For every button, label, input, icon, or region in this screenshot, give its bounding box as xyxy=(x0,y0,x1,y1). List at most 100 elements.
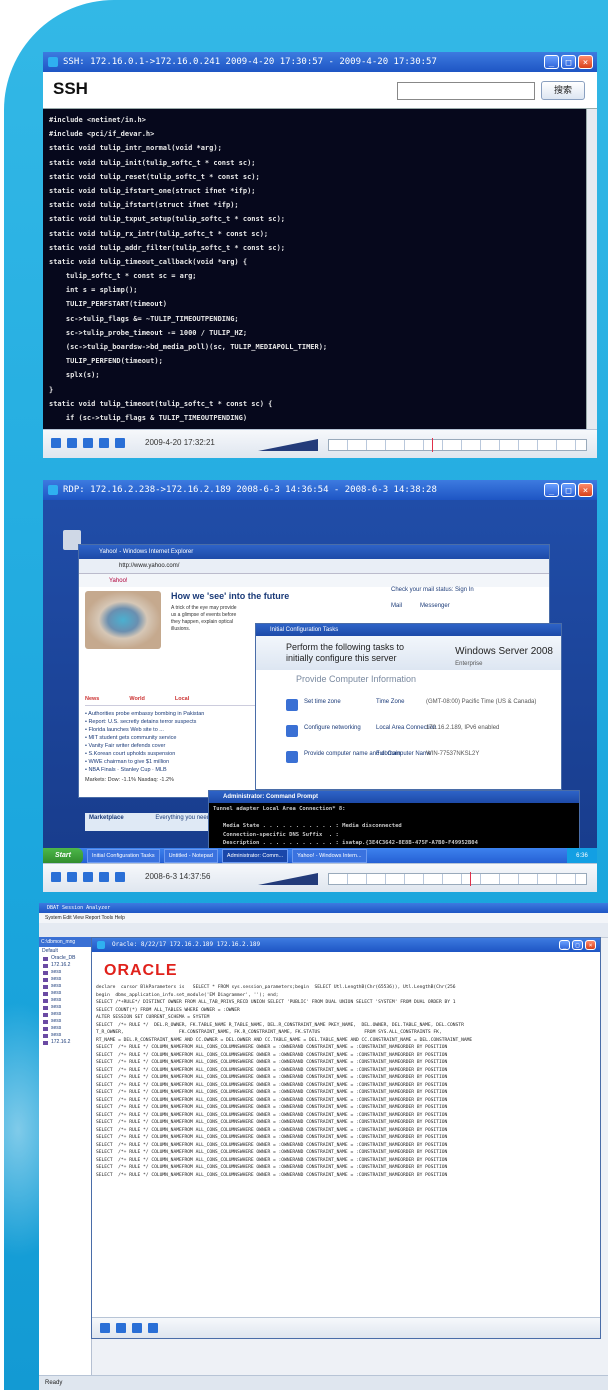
sql-line: RT_NAME = DEL.R_CONSTRAINT_NAME AND CC.O… xyxy=(96,1037,473,1043)
tree-node[interactable]: sess xyxy=(39,1004,91,1011)
play-icon[interactable] xyxy=(100,1323,110,1333)
volume-slider[interactable] xyxy=(258,437,318,451)
step-icon[interactable] xyxy=(148,1323,158,1333)
code-line: int s = splimp(); xyxy=(49,286,138,295)
playback-time: 2008-6-3 14:37:56 xyxy=(145,872,211,881)
clock: 6:36 xyxy=(567,848,597,864)
messenger-link[interactable]: Messenger xyxy=(420,603,450,609)
search-button[interactable]: 搜索 xyxy=(541,81,585,100)
maximize-button[interactable]: □ xyxy=(561,55,576,69)
code-line: if (sc->tulip_flags & TULIP_TIMEOUTPENDI… xyxy=(49,413,248,422)
code-line: #include <pci/if_devar.h> xyxy=(49,130,155,139)
timeline-marker[interactable] xyxy=(470,872,472,886)
tree-node[interactable]: 172.16.2 xyxy=(39,962,91,969)
maximize-button[interactable]: □ xyxy=(561,483,576,497)
code-line: static void tulip_init(tulip_softc_t * c… xyxy=(49,158,256,167)
ssh-titlebar[interactable]: SSH: 172.16.0.1->172.16.0.241 2009-4-20 … xyxy=(43,52,597,72)
playback-timeline[interactable] xyxy=(328,872,587,886)
pause-icon[interactable] xyxy=(67,872,77,882)
timeline-marker[interactable] xyxy=(431,438,433,452)
tree-node[interactable]: sess xyxy=(39,1025,91,1032)
analyzer-titlebar[interactable]: DBAT Session Analyzer xyxy=(39,903,608,913)
tree-node[interactable]: 172.16.2 xyxy=(39,1039,91,1046)
code-line: static void tulip_addr_filter(tulip_soft… xyxy=(49,243,286,252)
taskbar-item[interactable]: Administrator: Comm... xyxy=(221,849,289,863)
play-icon[interactable] xyxy=(51,438,61,448)
step-icon[interactable] xyxy=(99,438,109,448)
tree-node[interactable]: sess xyxy=(39,990,91,997)
code-line: static void tulip_timeout_callback(void … xyxy=(49,257,248,266)
ssh-code-view: #include <netinet/in.h> #include <pci/if_… xyxy=(43,109,587,430)
taskbar-item[interactable]: Yahoo! - Windows Intern... xyxy=(292,849,367,863)
search-input[interactable] xyxy=(397,82,535,100)
step-icon[interactable] xyxy=(99,872,109,882)
volume-slider[interactable] xyxy=(258,871,318,885)
mail-link[interactable]: Mail xyxy=(391,603,402,609)
windows-server-name: Windows Server 2008 xyxy=(455,646,553,657)
mail-panel: Check your mail status: Sign In Mail Mes… xyxy=(391,587,541,609)
stop-icon[interactable] xyxy=(83,872,93,882)
tree-node[interactable]: sess xyxy=(39,969,91,976)
close-button[interactable]: × xyxy=(578,55,593,69)
export-icon[interactable] xyxy=(115,872,125,882)
code-line: static void tulip_intr_normal(void *arg)… xyxy=(49,144,222,153)
pause-icon[interactable] xyxy=(116,1323,126,1333)
stop-icon[interactable] xyxy=(132,1323,142,1333)
code-line: sc->tulip_probe_timeout -= 1000 / TULIP_… xyxy=(49,328,248,337)
code-line: static void tulip_timeout(tulip_softc_t … xyxy=(49,399,273,408)
menu-bar[interactable]: System Edit View Report Tools Help xyxy=(39,913,608,923)
config-task-link[interactable]: Configure networking xyxy=(304,725,361,731)
sql-line: SELECT /*+ RULE */ COLUMN_NAMEFROM ALL_C… xyxy=(96,1052,448,1058)
taskbar-item[interactable]: Initial Configuration Tasks xyxy=(87,849,160,863)
code-line: static void tulip_reset(tulip_softc_t * … xyxy=(49,172,260,181)
tree-node[interactable]: Oracle_DB xyxy=(39,955,91,962)
play-icon[interactable] xyxy=(51,872,61,882)
close-button[interactable]: × xyxy=(578,483,593,497)
start-button[interactable]: Start xyxy=(43,848,83,864)
marketplace-title: Marketplace xyxy=(89,815,124,821)
maximize-button[interactable]: □ xyxy=(572,940,583,950)
tree-tab[interactable]: C:\dbmon_mng xyxy=(39,937,91,947)
minimize-button[interactable]: _ xyxy=(544,483,559,497)
tab-world[interactable]: World xyxy=(129,695,144,703)
config-titlebar[interactable]: Initial Configuration Tasks xyxy=(256,624,561,636)
oracle-window-title: Oracle: 8/22/17 172.16.2.189 172.16.2.18… xyxy=(112,941,261,948)
oracle-titlebar[interactable]: Oracle: 8/22/17 172.16.2.189 172.16.2.18… xyxy=(92,938,600,952)
tab-local[interactable]: Local xyxy=(175,695,189,703)
tree-root[interactable]: Default xyxy=(39,947,91,955)
address-bar[interactable]: http://www.yahoo.com/ xyxy=(79,559,549,574)
sql-line: SELECT /*+ RULE */ COLUMN_NAMEFROM ALL_C… xyxy=(96,1150,448,1155)
tree-node[interactable]: sess xyxy=(39,983,91,990)
marketplace-text[interactable]: Everything you need xyxy=(155,815,210,821)
ie-titlebar[interactable]: Yahoo! - Windows Internet Explorer xyxy=(79,545,549,559)
taskbar: Start Initial Configuration Tasks Untitle… xyxy=(43,848,597,864)
playback-timeline[interactable] xyxy=(328,438,587,452)
sql-line: SELECT /*+ RULE */ COLUMN_NAMEFROM ALL_C… xyxy=(96,1127,448,1133)
status-bar: Ready xyxy=(39,1375,608,1390)
rdp-titlebar[interactable]: RDP: 172.16.2.238->172.16.2.189 2008-6-3… xyxy=(43,480,597,500)
sql-line: SELECT /*+RULE*/ DISTINCT OWNER FROM ALL… xyxy=(96,1000,456,1005)
export-icon[interactable] xyxy=(115,438,125,448)
close-button[interactable]: × xyxy=(585,940,596,950)
vertical-scrollbar[interactable] xyxy=(586,109,597,430)
tree-node[interactable]: sess xyxy=(39,1032,91,1039)
minimize-button[interactable]: _ xyxy=(544,55,559,69)
taskbar-item[interactable]: Untitled - Notepad xyxy=(163,849,218,863)
eye-image[interactable] xyxy=(85,591,161,649)
pause-icon[interactable] xyxy=(67,438,77,448)
config-task-link[interactable]: Set time zone xyxy=(304,699,341,705)
code-line: static void tulip_rx_intr(tulip_softc_t … xyxy=(49,229,269,238)
tab-news[interactable]: News xyxy=(85,695,99,703)
cmd-titlebar[interactable]: Administrator: Command Prompt xyxy=(209,791,579,803)
ssh-window-title: SSH: 172.16.0.1->172.16.0.241 2009-4-20 … xyxy=(63,57,437,67)
tree-node[interactable]: sess xyxy=(39,1011,91,1018)
mail-status[interactable]: Check your mail status: Sign In xyxy=(391,587,541,593)
sql-line: SELECT /*+ RULE */ COLUMN_NAMEFROM ALL_C… xyxy=(96,1165,448,1170)
minimize-button[interactable]: _ xyxy=(559,940,570,950)
tree-node[interactable]: sess xyxy=(39,976,91,983)
stop-icon[interactable] xyxy=(83,438,93,448)
sql-line: SELECT /*+ RULE */ COLUMN_NAMEFROM ALL_C… xyxy=(96,1090,448,1095)
news-headline[interactable]: How we 'see' into the future xyxy=(171,591,289,601)
tree-node[interactable]: sess xyxy=(39,997,91,1004)
tree-node[interactable]: sess xyxy=(39,1018,91,1025)
